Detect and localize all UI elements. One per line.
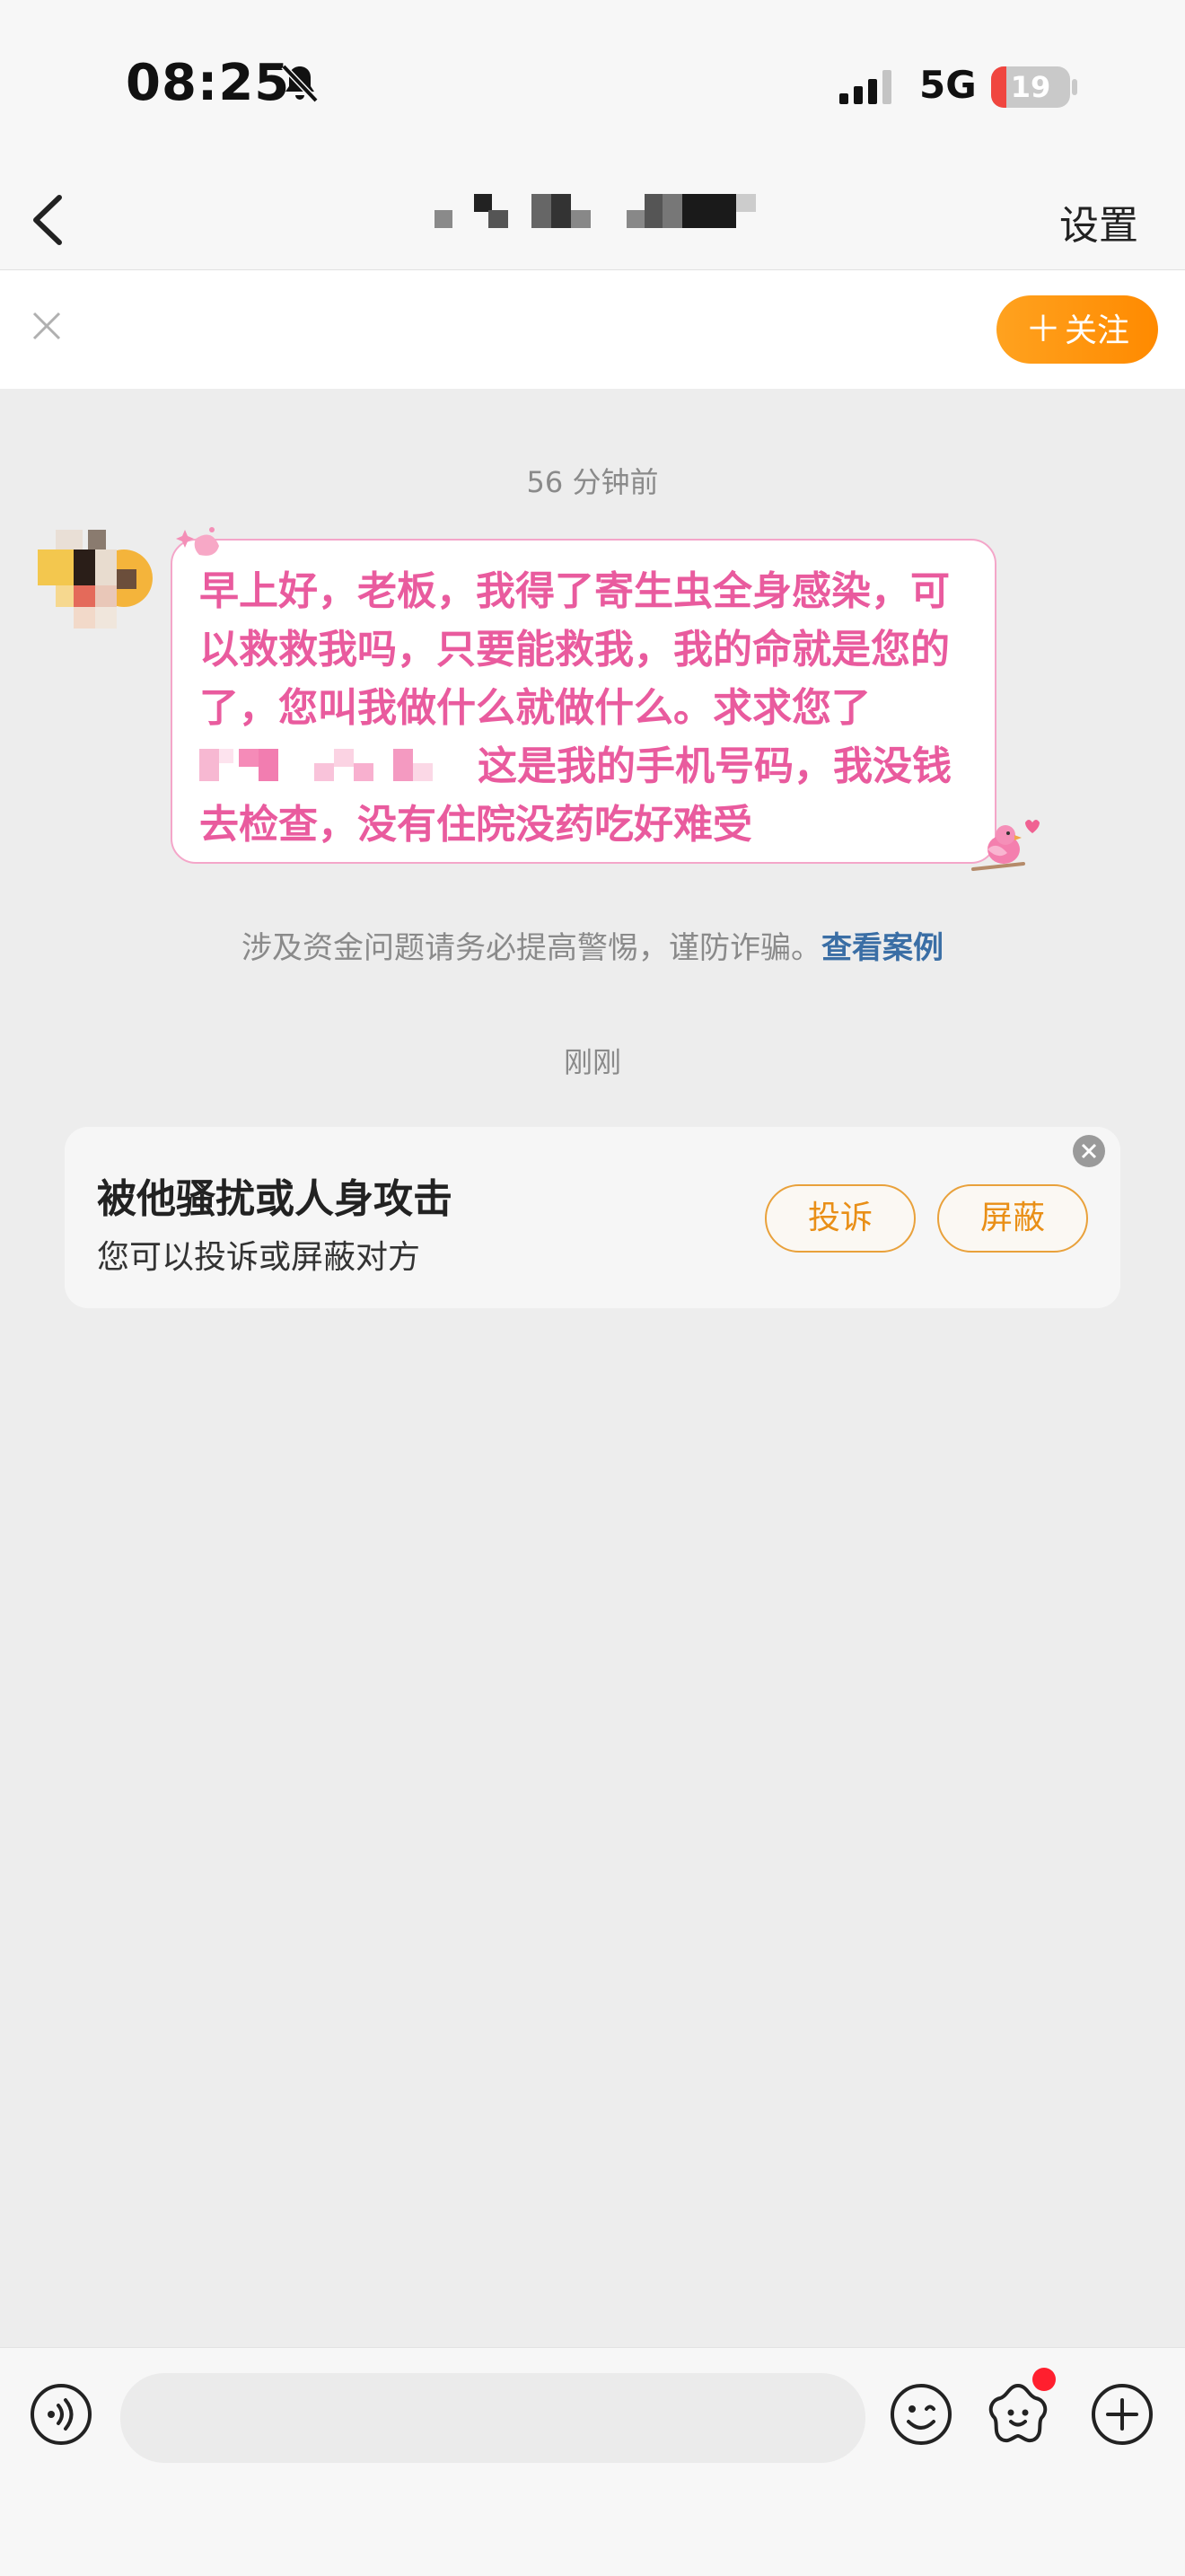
follow-label: 关注 [1064,312,1129,349]
plus-icon: ＋ [1024,309,1061,350]
message-text-part1: 早上好，老板，我得了寄生虫全身感染，可以救救我吗，只要能救我，我的命就是您的了，… [199,568,950,731]
battery-cap [1072,79,1077,95]
card-title: 被他骚扰或人身攻击 [97,1176,452,1222]
block-button[interactable]: 屏蔽 [937,1184,1088,1253]
view-cases-link[interactable]: 查看案例 [821,930,944,966]
battery-level: 19 [1010,70,1051,104]
message-input[interactable] [120,2373,865,2463]
card-subtitle: 您可以投诉或屏蔽对方 [97,1239,421,1276]
signal-bars-icon [839,70,891,104]
sparkle-icon [176,527,219,556]
close-icon[interactable] [23,303,70,349]
follow-bar: ＋关注 [0,270,1185,389]
input-bar [0,2347,1185,2576]
complain-button[interactable]: 投诉 [765,1184,916,1253]
message-timestamp: 56 分钟前 [526,465,659,499]
harassment-card: 被他骚扰或人身攻击 您可以投诉或屏蔽对方 投诉 屏蔽 [65,1127,1120,1308]
network-type: 5G [919,63,977,107]
scam-warning-text: 涉及资金问题请务必提高警惕，谨防诈骗。 [241,930,821,966]
chat-header: 设置 [0,171,1185,270]
settings-button[interactable]: 设置 [1059,193,1138,251]
bell-slash-icon [281,64,319,103]
contact-name-mosaic [434,194,756,228]
follow-button[interactable]: ＋关注 [996,295,1158,364]
message-timestamp: 刚刚 [563,1045,621,1079]
bird-sticker-icon [971,820,1040,871]
battery-icon: 19 [991,66,1070,108]
plus-circle-icon[interactable] [1090,2382,1154,2447]
phone-number-mosaic [199,745,478,785]
avatar[interactable] [38,530,153,646]
scam-warning: 涉及资金问题请务必提高警惕，谨防诈骗。查看案例 [0,923,1185,967]
notification-dot [1032,2368,1056,2391]
close-circle-icon[interactable] [1072,1134,1106,1168]
message-text: 早上好，老板，我得了寄生虫全身感染，可以救救我吗，只要能救我，我的命就是您的了，… [199,562,980,854]
status-bar: 08:25 5G 19 [0,0,1185,171]
back-chevron-icon[interactable] [20,189,83,251]
voice-icon[interactable] [29,2382,93,2447]
emoji-icon[interactable] [889,2382,953,2447]
status-time: 08:25 [126,54,291,112]
